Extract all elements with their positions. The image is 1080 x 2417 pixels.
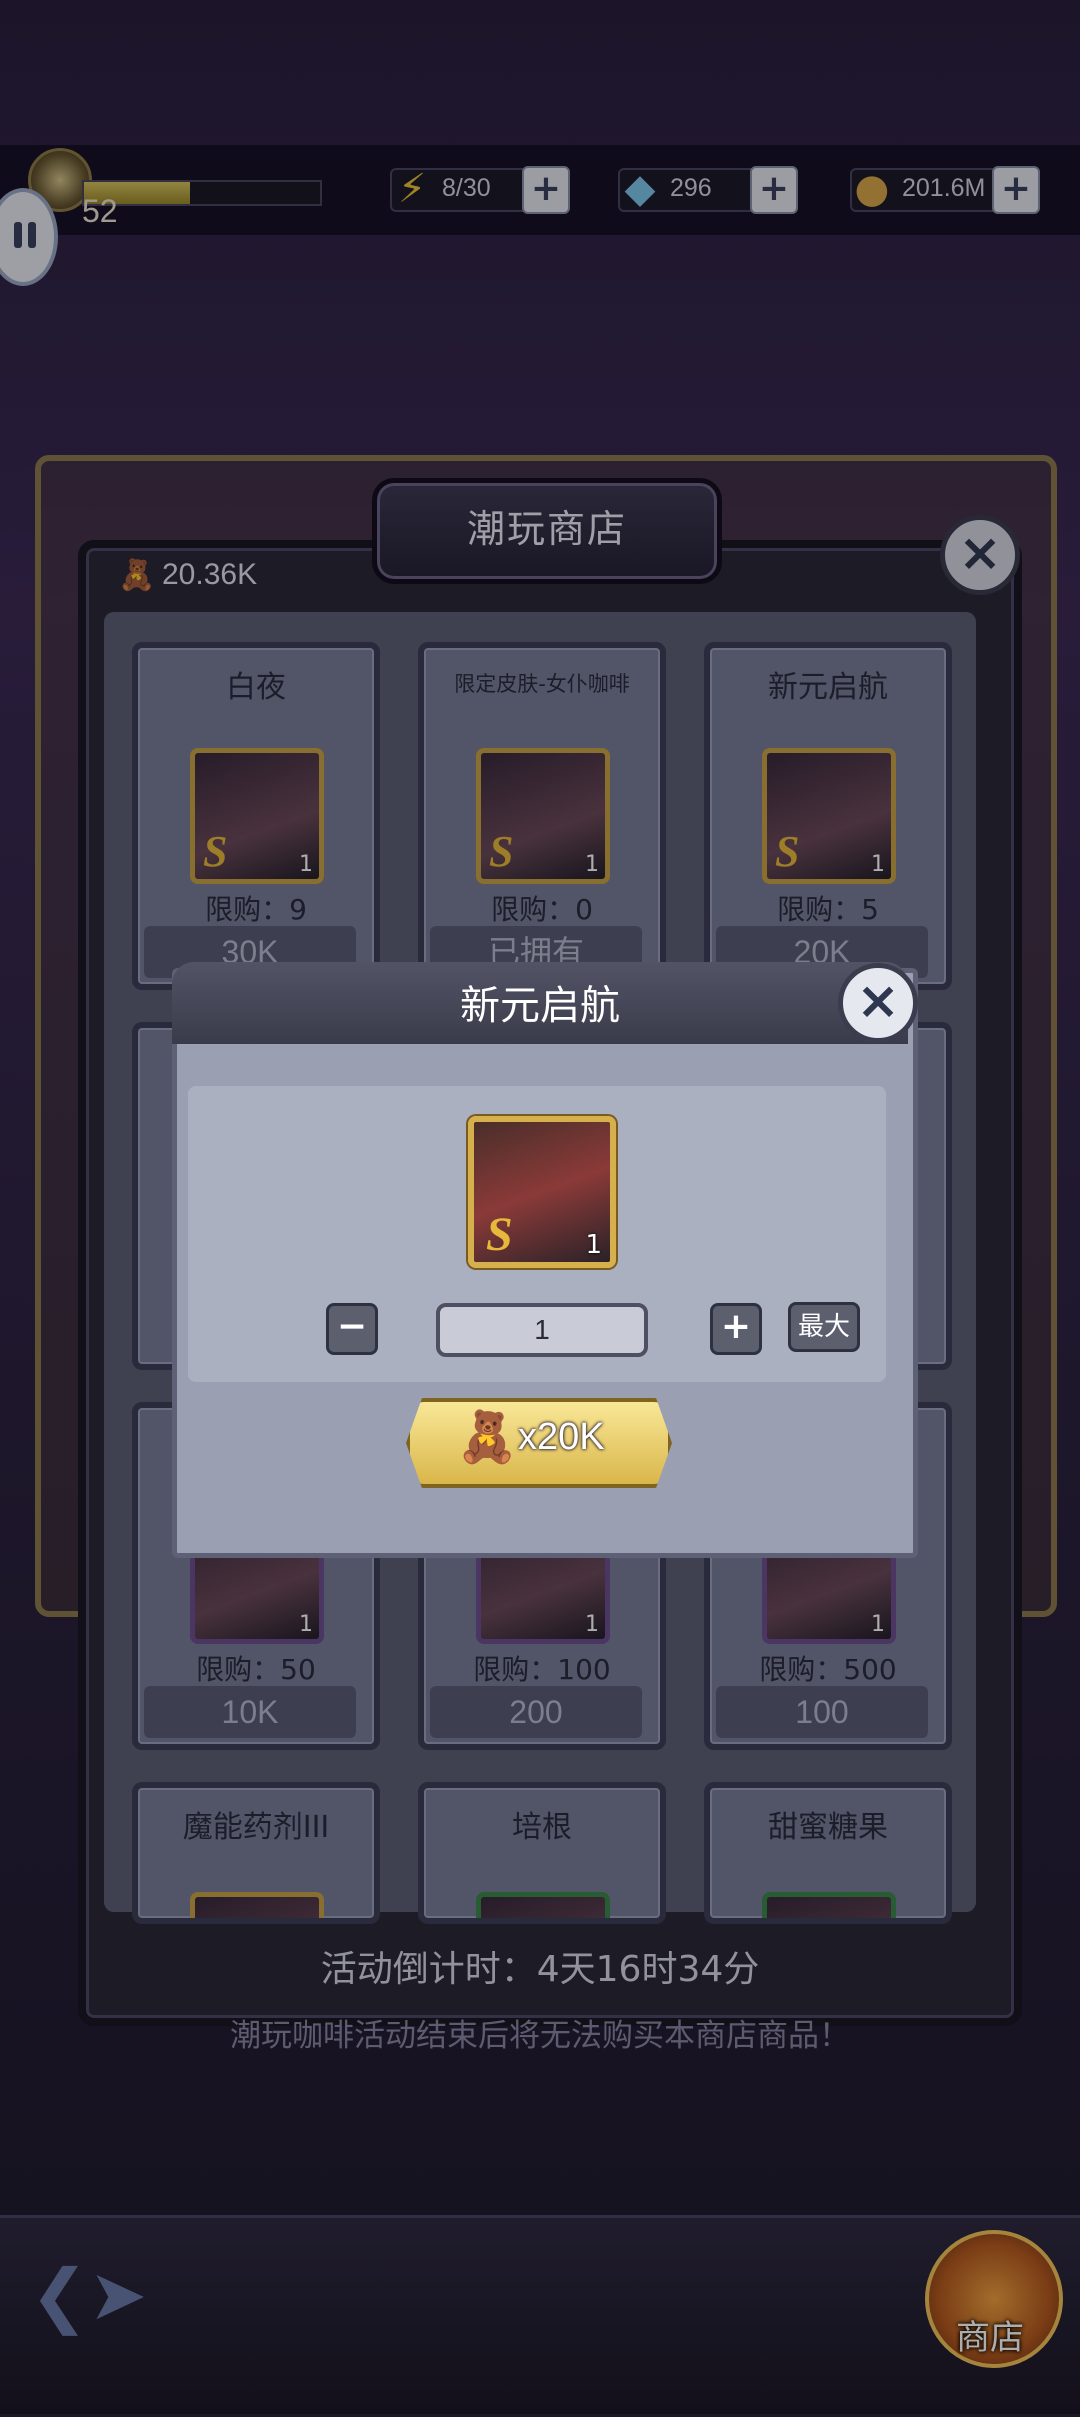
increase-quantity-button[interactable]: + (710, 1303, 762, 1355)
max-quantity-button[interactable]: 最大 (788, 1302, 860, 1352)
quantity-input[interactable]: 1 (436, 1303, 648, 1357)
dialog-title: 新元启航 (460, 983, 620, 1029)
bear-token-icon: 🧸 (456, 1408, 519, 1466)
item-thumbnail: S 1 (468, 1116, 616, 1268)
close-dialog-button[interactable]: × (838, 963, 918, 1043)
buy-price-label: x20K (518, 1416, 605, 1458)
decrease-quantity-button[interactable]: − (326, 1303, 378, 1355)
